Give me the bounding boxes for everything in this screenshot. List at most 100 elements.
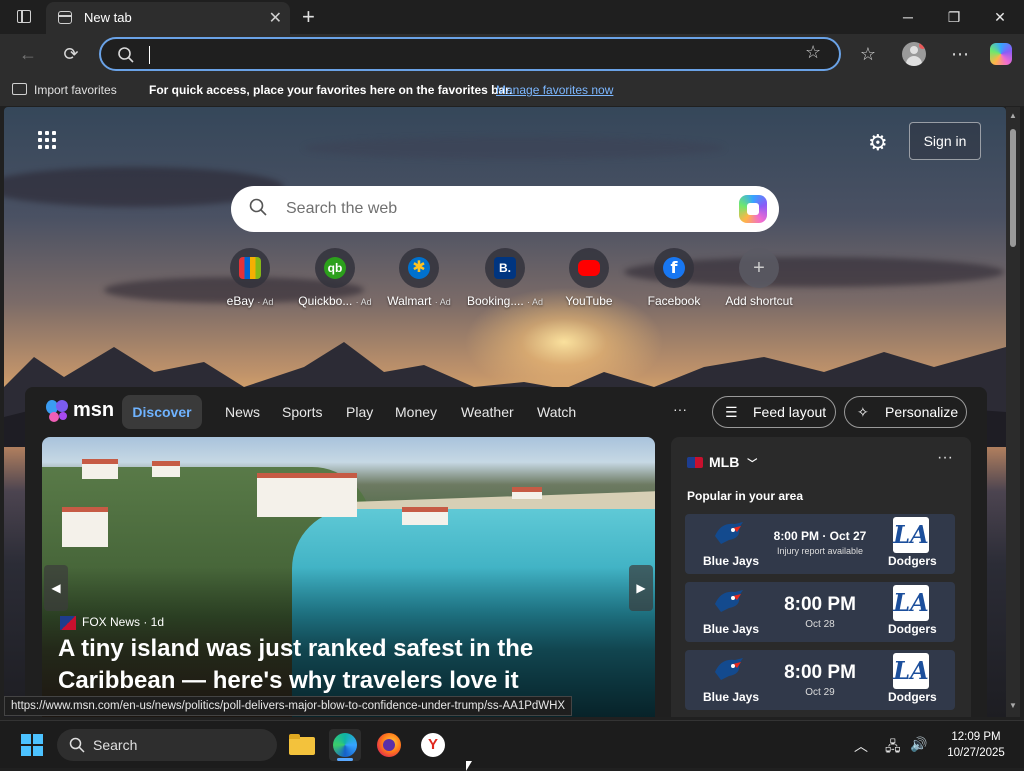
personalize-label: Personalize — [885, 404, 959, 420]
page-scrollbar[interactable]: ▲ ▼ — [1006, 107, 1020, 717]
taskbar-clock[interactable]: 12:09 PM 10/27/2025 — [938, 729, 1014, 761]
app-launcher-icon[interactable] — [38, 131, 58, 151]
import-folder-icon — [12, 83, 27, 95]
volume-icon[interactable]: 🔊 — [910, 736, 927, 753]
nav-sports[interactable]: Sports — [282, 404, 322, 420]
clock-date: 10/27/2025 — [947, 747, 1005, 759]
ad-tag: · Ad — [257, 297, 274, 307]
import-favorites-button[interactable]: Import favorites — [34, 83, 117, 97]
hero-source: FOX News · 1d — [60, 615, 164, 630]
file-explorer-icon[interactable] — [286, 729, 318, 761]
firefox-icon[interactable] — [373, 729, 405, 761]
feed-layout-button[interactable]: ☰ Feed layout — [712, 396, 836, 428]
hero-source-text: FOX News · 1d — [82, 615, 165, 629]
msn-logo[interactable]: msn — [45, 399, 115, 423]
link-status-url: https://www.msn.com/en-us/news/politics/… — [4, 696, 573, 716]
scrollbar-thumb[interactable] — [1010, 129, 1016, 247]
game-card[interactable]: Blue Jays 8:00 PM · Oct 27 Injury report… — [685, 514, 955, 574]
shortcut-walmart[interactable]: ✱ Walmart · Ad — [379, 248, 459, 308]
new-tab-button[interactable]: + — [302, 4, 315, 30]
away-team: Blue Jays — [703, 690, 760, 704]
scroll-down-icon[interactable]: ▼ — [1008, 701, 1018, 710]
shortcut-label: eBay — [226, 294, 254, 308]
hero-article-card[interactable]: ◀ ▶ FOX News · 1d A tiny island was just… — [42, 437, 655, 717]
personalize-button[interactable]: ✧ Personalize — [844, 396, 967, 428]
favorite-star-icon[interactable]: ☆ — [805, 42, 821, 63]
shortcut-ebay[interactable]: eBay · Ad — [210, 248, 290, 308]
booking-icon: B. — [494, 257, 516, 279]
plus-icon: + — [753, 257, 765, 279]
mlb-header[interactable]: MLB ﹀ — [687, 454, 757, 470]
ad-tag: · Ad — [527, 297, 544, 307]
copilot-search-icon[interactable] — [739, 195, 767, 223]
address-input[interactable] — [147, 45, 787, 65]
game-date: Oct 29 — [805, 687, 835, 698]
shortcut-youtube[interactable]: YouTube — [549, 248, 629, 308]
away-team: Blue Jays — [703, 554, 760, 568]
dodgers-logo-icon: LA — [893, 653, 929, 689]
blue-jays-logo-icon — [715, 522, 743, 544]
text-caret — [149, 46, 150, 64]
nav-discover[interactable]: Discover — [122, 395, 202, 429]
clock-time: 12:09 PM — [951, 731, 1001, 743]
minimize-button[interactable]: ─ — [888, 5, 928, 29]
restore-button[interactable]: ❐ — [934, 5, 974, 29]
scroll-up-icon[interactable]: ▲ — [1008, 111, 1018, 120]
add-shortcut-button[interactable]: + Add shortcut — [719, 248, 799, 308]
settings-more-icon[interactable]: ⋯ — [946, 40, 974, 68]
page-settings-gear-icon[interactable]: ⚙ — [868, 130, 888, 156]
start-windows-icon[interactable] — [21, 734, 43, 756]
game-time: 8:00 PM — [784, 594, 856, 615]
tab-actions-icon[interactable] — [17, 10, 31, 23]
ebay-icon — [239, 257, 261, 279]
away-team: Blue Jays — [703, 622, 760, 636]
new-tab-page: ⚙ Sign in Search the web eBay · Ad qb Qu… — [4, 107, 1006, 717]
home-team: Dodgers — [888, 554, 937, 568]
nav-weather[interactable]: Weather — [461, 404, 514, 420]
sign-in-button[interactable]: Sign in — [909, 122, 981, 160]
hero-headline[interactable]: A tiny island was just ranked safest in … — [58, 633, 648, 697]
mlb-title: MLB — [709, 454, 740, 470]
yandex-browser-icon[interactable]: Y — [417, 729, 449, 761]
tab-new-tab[interactable]: New tab ✕ — [46, 2, 290, 34]
taskbar-search[interactable]: Search — [57, 729, 277, 761]
profile-avatar[interactable] — [902, 42, 926, 66]
show-hidden-icons-chevron[interactable]: ︿ — [854, 736, 868, 756]
sparkle-icon: ✧ — [857, 404, 869, 420]
nav-play[interactable]: Play — [346, 404, 373, 420]
close-tab-icon[interactable]: ✕ — [269, 8, 282, 28]
nav-watch[interactable]: Watch — [537, 404, 576, 420]
msn-butterfly-icon — [46, 400, 68, 422]
search-icon — [118, 47, 134, 63]
windows-taskbar: Search Y ︿ 🖧 🔊 12:09 PM 10/27/2025 — [0, 720, 1024, 771]
copilot-icon[interactable] — [990, 43, 1012, 65]
back-icon[interactable]: ← — [14, 40, 42, 68]
nav-money[interactable]: Money — [395, 404, 437, 420]
favorites-icon[interactable]: ☆ — [854, 40, 882, 68]
shortcut-booking[interactable]: B. Booking.... · Ad — [465, 248, 545, 308]
nav-more-button[interactable]: ··· — [673, 401, 687, 417]
mlb-more-button[interactable]: ··· — [937, 449, 953, 467]
web-search-box[interactable]: Search the web — [231, 186, 779, 232]
shortcut-quickbooks[interactable]: qb Quickbo... · Ad — [295, 248, 375, 308]
mlb-logo-icon — [687, 457, 703, 468]
mlb-card: MLB ﹀ ··· Popular in your area Blue Jays… — [671, 437, 971, 717]
game-time: 8:00 PM — [784, 662, 856, 683]
refresh-icon[interactable]: ⟳ — [57, 40, 85, 68]
game-card[interactable]: Blue Jays 8:00 PM Oct 29 LA Dodgers — [685, 650, 955, 710]
shortcut-label: YouTube — [565, 294, 613, 308]
hero-next-arrow[interactable]: ▶ — [629, 565, 653, 611]
nav-news[interactable]: News — [225, 404, 260, 420]
favorites-hint: For quick access, place your favorites h… — [149, 83, 513, 97]
network-icon[interactable]: 🖧 — [885, 736, 901, 760]
blue-jays-logo-icon — [715, 658, 743, 680]
close-window-button[interactable]: ✕ — [980, 5, 1020, 29]
dodgers-logo-icon: LA — [893, 517, 929, 553]
manage-favorites-link[interactable]: Manage favorites now — [496, 83, 613, 97]
taskbar-search-icon — [69, 737, 85, 753]
shortcut-facebook[interactable]: f Facebook — [634, 248, 714, 308]
hero-prev-arrow[interactable]: ◀ — [44, 565, 68, 611]
game-card[interactable]: Blue Jays 8:00 PM Oct 28 LA Dodgers — [685, 582, 955, 642]
address-bar[interactable]: ☆ — [99, 37, 841, 71]
edge-browser-icon[interactable] — [329, 729, 361, 761]
